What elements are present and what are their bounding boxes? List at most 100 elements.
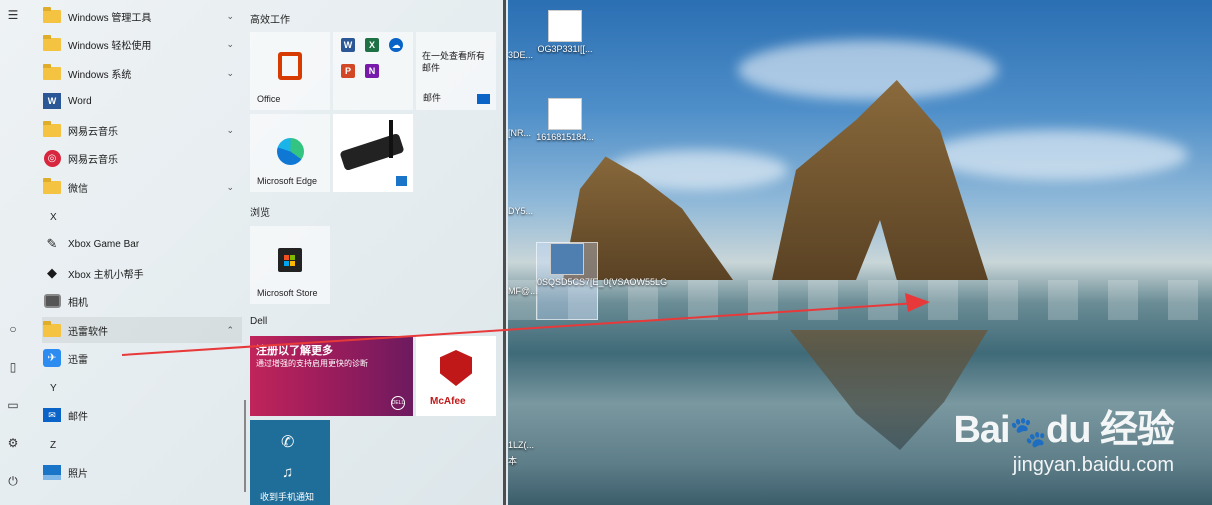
app-list: Windows 管理工具 ⌄ Windows 轻松使用 ⌄ Windows 系统… bbox=[36, 0, 242, 505]
tile-office-apps-folder[interactable]: W X ☁ P N bbox=[333, 32, 413, 110]
app-folder-netease-music[interactable]: 网易云音乐 ⌄ bbox=[42, 117, 242, 143]
tile-mail[interactable]: 在一处查看所有邮件 邮件 bbox=[416, 32, 496, 110]
app-xunlei[interactable]: ✈ 迅雷 bbox=[42, 345, 242, 371]
tile-mcafee[interactable]: McAfee bbox=[416, 336, 496, 416]
desktop-edge-label[interactable]: [NR... bbox=[508, 128, 531, 138]
chevron-up-icon: ⌃ bbox=[226, 324, 234, 335]
desktop-icon[interactable]: OG3P331I[[... bbox=[534, 10, 596, 54]
phone-icon: ✆ bbox=[281, 434, 295, 451]
folder-icon bbox=[42, 177, 62, 196]
edge-icon bbox=[277, 138, 304, 165]
usb-dongle-image bbox=[339, 132, 405, 172]
section-letter-x[interactable]: X bbox=[50, 212, 57, 223]
mail-icon bbox=[477, 94, 490, 104]
chevron-down-icon: ⌄ bbox=[226, 38, 234, 49]
app-folder-windows-ease-of-access[interactable]: Windows 轻松使用 ⌄ bbox=[42, 31, 242, 57]
app-label: Xbox 主机小帮手 bbox=[68, 269, 144, 281]
app-xbox-companion[interactable]: ◆ Xbox 主机小帮手 bbox=[42, 260, 242, 286]
folder-icon bbox=[42, 320, 62, 339]
tile-usb-image[interactable] bbox=[333, 114, 413, 192]
onedrive-icon: ☁ bbox=[389, 38, 403, 52]
desktop-icon[interactable]: 0SQSD5CS7[E_0{VSAOW55LG bbox=[536, 242, 667, 320]
paw-icon: 🐾 bbox=[1009, 416, 1047, 449]
desktop-edge-label[interactable]: 1LZ(... bbox=[508, 440, 534, 450]
app-label: Word bbox=[68, 95, 92, 107]
tile-microsoft-store[interactable]: Microsoft Store bbox=[250, 226, 330, 304]
app-folder-wechat[interactable]: 微信 ⌄ bbox=[42, 174, 242, 200]
mail-icon: ✉ bbox=[42, 406, 62, 424]
desktop-icon[interactable]: 1616815184... bbox=[534, 98, 596, 142]
app-mail[interactable]: ✉ 邮件 bbox=[42, 402, 242, 428]
desktop-background: OG3P331I[[... 1616815184... 0SQSD5CS7[E_… bbox=[508, 0, 1212, 505]
app-label: Windows 管理工具 bbox=[68, 12, 152, 24]
folder-icon bbox=[42, 34, 62, 53]
app-label: 网易云音乐 bbox=[68, 126, 118, 138]
app-label: Xbox Game Bar bbox=[68, 238, 140, 250]
desktop-edge-label[interactable]: 本 bbox=[508, 454, 517, 467]
mail-tile-text: 在一处查看所有邮件 bbox=[422, 51, 486, 73]
settings-icon[interactable]: ⚙ bbox=[4, 434, 22, 452]
watermark-brand: Bai🐾du 经验 bbox=[953, 409, 1175, 451]
tile-group-title[interactable]: 高效工作 bbox=[250, 11, 290, 26]
app-folder-windows-admin-tools[interactable]: Windows 管理工具 ⌄ bbox=[42, 3, 242, 29]
app-list-scrollbar[interactable] bbox=[244, 400, 246, 492]
desktop-icon-label: 0SQSD5CS7[E_0{VSAOW55LG bbox=[537, 277, 668, 287]
store-icon bbox=[278, 248, 302, 272]
chevron-down-icon: ⌄ bbox=[226, 181, 234, 192]
file-thumbnail bbox=[550, 243, 584, 275]
app-word[interactable]: W Word bbox=[42, 88, 242, 114]
app-label: 相机 bbox=[68, 297, 88, 309]
powerpoint-icon: P bbox=[341, 64, 355, 78]
tile-office[interactable]: Office bbox=[250, 32, 330, 110]
folder-icon bbox=[42, 6, 62, 25]
onenote-icon: N bbox=[365, 64, 379, 78]
power-icon[interactable]: ⏻ bbox=[4, 472, 22, 490]
camera-icon bbox=[42, 292, 62, 310]
bell-icon: ♫ bbox=[282, 464, 294, 481]
tile-group-title[interactable]: 浏览 bbox=[250, 204, 270, 219]
chevron-down-icon: ⌄ bbox=[226, 10, 234, 21]
word-icon: W bbox=[42, 92, 62, 110]
desktop-edge-label[interactable]: DY5... bbox=[508, 206, 533, 216]
chevron-down-icon: ⌄ bbox=[226, 124, 234, 135]
app-folder-xunlei-software[interactable]: 迅雷软件 ⌃ bbox=[42, 317, 242, 343]
documents-icon[interactable]: ▯ bbox=[4, 358, 22, 376]
app-netease-music[interactable]: ◎ 网易云音乐 bbox=[42, 145, 242, 171]
xunlei-icon: ✈ bbox=[42, 349, 62, 367]
tile-phone-notifications[interactable]: ✆ ♫ 收到手机通知 bbox=[250, 420, 330, 505]
app-xbox-game-bar[interactable]: ✎ Xbox Game Bar bbox=[42, 231, 242, 257]
dell-logo-icon: DELL bbox=[391, 396, 405, 410]
app-photos[interactable]: 照片 bbox=[42, 459, 242, 485]
user-icon[interactable]: ○ bbox=[4, 320, 22, 338]
desktop-edge-label[interactable]: 3DE... bbox=[508, 50, 533, 60]
tile-label: 收到手机通知 bbox=[260, 492, 315, 502]
section-letter-y[interactable]: Y bbox=[50, 383, 57, 394]
tile-group-title[interactable]: Dell bbox=[250, 316, 267, 327]
dell-headline: 注册以了解更多 bbox=[256, 345, 333, 357]
app-label: Windows 系统 bbox=[68, 69, 132, 81]
app-folder-windows-system[interactable]: Windows 系统 ⌄ bbox=[42, 60, 242, 86]
hamburger-icon[interactable]: ☰ bbox=[4, 6, 22, 24]
desktop-icon-label: OG3P331I[[... bbox=[537, 44, 593, 54]
desktop-icon-label: 1616815184... bbox=[536, 132, 594, 142]
rock-arch bbox=[772, 80, 988, 280]
tile-label: Microsoft Store bbox=[257, 288, 318, 298]
word-icon: W bbox=[341, 38, 355, 52]
tile-microsoft-edge[interactable]: Microsoft Edge bbox=[250, 114, 330, 192]
netease-music-icon: ◎ bbox=[42, 149, 62, 167]
desktop-edge-label[interactable]: MF@... bbox=[508, 286, 538, 296]
xbox-companion-icon: ◆ bbox=[47, 265, 57, 280]
baidu-jingyan-watermark: Bai🐾du 经验 jingyan.baidu.com bbox=[953, 409, 1175, 477]
folder-icon bbox=[42, 120, 62, 139]
file-thumbnail bbox=[548, 98, 582, 130]
app-camera[interactable]: 相机 bbox=[42, 288, 242, 314]
mcafee-shield-icon bbox=[440, 350, 472, 386]
app-label: 迅雷 bbox=[68, 354, 88, 366]
antenna-image bbox=[389, 120, 393, 158]
folder-icon bbox=[42, 63, 62, 82]
section-letter-z[interactable]: Z bbox=[50, 440, 56, 451]
tile-dell-register[interactable]: 注册以了解更多 通过增强的支持启用更快的诊断 DELL bbox=[250, 336, 413, 416]
excel-icon: X bbox=[365, 38, 379, 52]
pictures-icon[interactable]: ▭ bbox=[4, 396, 22, 414]
app-label: 网易云音乐 bbox=[68, 154, 118, 166]
